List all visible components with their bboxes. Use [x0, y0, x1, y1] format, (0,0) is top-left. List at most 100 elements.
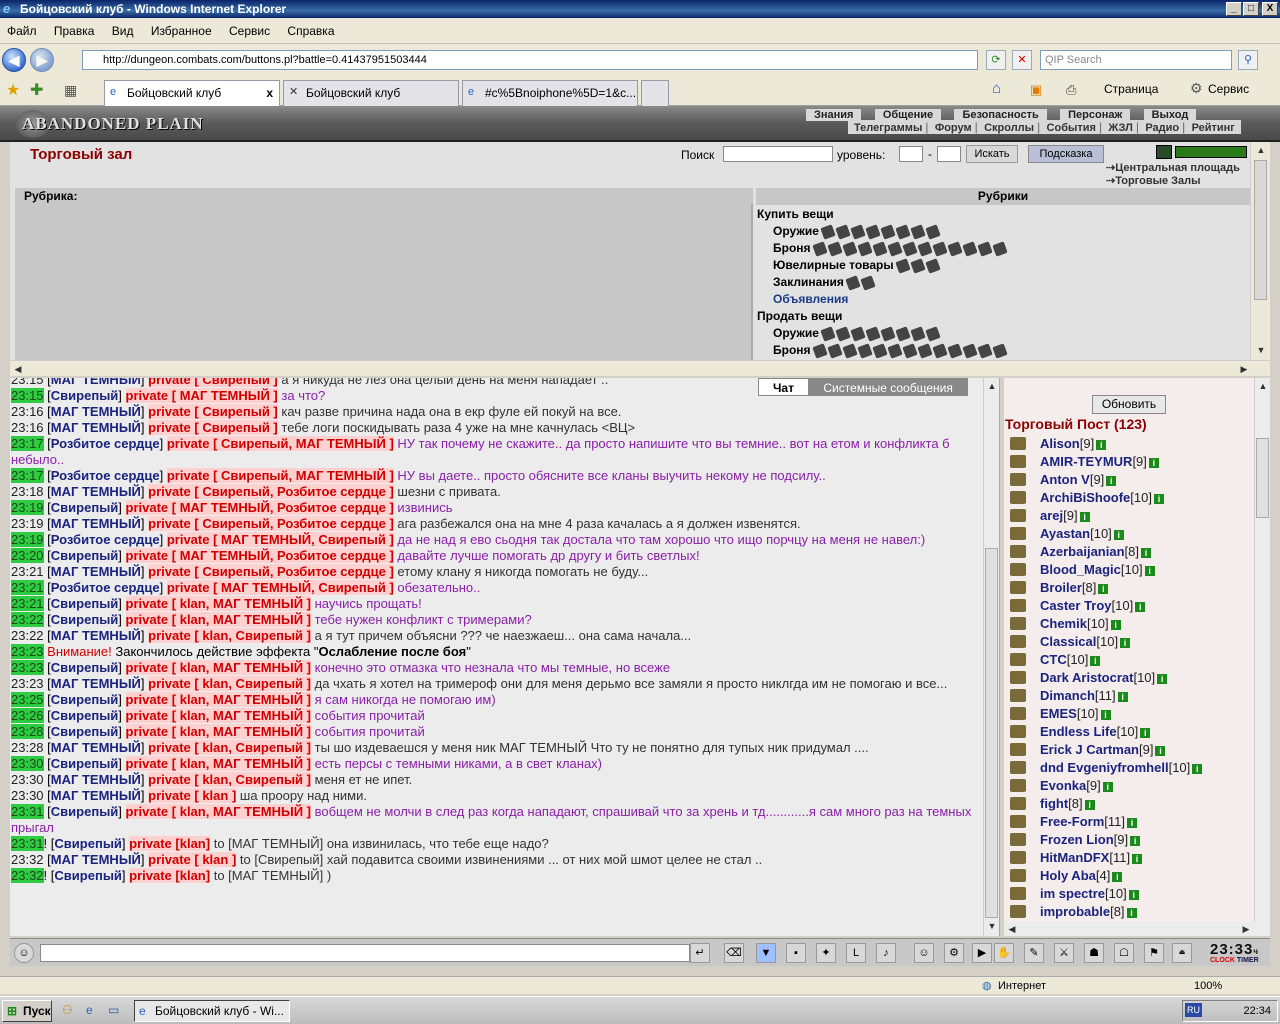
item-type-icon[interactable] [901, 241, 918, 257]
user-name[interactable]: Azerbaijanian [1040, 544, 1125, 559]
private-message-icon[interactable] [1010, 563, 1026, 576]
info-icon[interactable]: i [1128, 889, 1139, 900]
action-4-icon[interactable]: ☗ [1084, 943, 1104, 963]
private-recipients[interactable]: private [ Свирепый, МАГ ТЕМНЫЙ ] [166, 436, 394, 451]
stop-icon[interactable]: ✕ [1012, 50, 1032, 70]
sender-name[interactable]: Свирепый [51, 596, 119, 611]
info-icon[interactable]: i [1102, 781, 1113, 792]
timestamp[interactable]: 23:19 [11, 500, 44, 515]
info-icon[interactable]: i [1140, 727, 1151, 738]
info-icon[interactable]: i [1141, 547, 1151, 558]
exit-icon[interactable]: ⏏ [1172, 943, 1192, 963]
tab-chat[interactable]: Чат [758, 378, 809, 396]
private-recipients[interactable]: private [klan] [129, 868, 211, 883]
sender-name[interactable]: Розбитое сердце [51, 468, 160, 483]
user-list-item[interactable]: Frozen Lion[9] i [1008, 831, 1248, 849]
filter-icon[interactable]: ▼ [756, 943, 776, 963]
category-lnk[interactable]: Объявления [756, 291, 1250, 308]
sender-name[interactable]: Свирепый [51, 388, 119, 403]
info-icon[interactable]: i [1084, 799, 1095, 810]
info-icon[interactable]: i [1126, 907, 1137, 918]
user-list-item[interactable]: Blood_Magic[10] i [1008, 561, 1248, 579]
timestamp[interactable]: 23:30 [11, 788, 44, 803]
user-name[interactable]: HitManDFX [1040, 850, 1109, 865]
tools-menu[interactable]: Сервис [1208, 82, 1249, 96]
sender-name[interactable]: Розбитое сердце [51, 580, 160, 595]
user-name[interactable]: Ayastan [1040, 526, 1090, 541]
item-type-icon[interactable] [901, 343, 918, 359]
private-recipients[interactable]: private [ klan, МАГ ТЕМНЫЙ ] [125, 612, 311, 627]
smile-face-icon[interactable]: ☺ [14, 943, 34, 963]
item-type-icon[interactable] [811, 241, 828, 257]
item-type-icon[interactable] [871, 241, 888, 257]
user-list-item[interactable]: Broiler[8] i [1008, 579, 1248, 597]
info-icon[interactable]: i [1079, 511, 1090, 522]
user-list-item[interactable]: Azerbaijanian[8] i [1008, 543, 1248, 561]
item-type-icon[interactable] [976, 241, 993, 257]
timestamp[interactable]: 23:17 [11, 468, 44, 483]
user-name[interactable]: Classical [1040, 634, 1096, 649]
item-type-icon[interactable] [850, 326, 866, 342]
category-it[interactable]: Оружие [756, 325, 1250, 342]
sender-name[interactable]: Свирепый [51, 500, 119, 515]
private-recipients[interactable]: private [ klan ] [148, 788, 237, 803]
private-recipients[interactable]: private [ Свирепый ] [148, 404, 278, 419]
info-icon[interactable]: i [1113, 529, 1124, 540]
private-recipients[interactable]: private [ МАГ ТЕМНЫЙ, Розбитое сердце ] [125, 548, 394, 563]
subnav-radio[interactable]: Радио [1145, 122, 1179, 134]
sender-name[interactable]: Свирепый [51, 612, 119, 627]
zoom-level[interactable]: 100% [1194, 977, 1222, 995]
sender-name[interactable]: Свирепый [51, 660, 119, 675]
subnav-zhzl[interactable]: ЖЗЛ [1108, 122, 1132, 134]
gear-icon[interactable]: ⚙ [1190, 80, 1203, 97]
user-name[interactable]: Alison [1040, 436, 1080, 451]
private-recipients[interactable]: private [klan] [129, 836, 211, 851]
forward-button[interactable]: ▶ [30, 48, 54, 72]
info-icon[interactable]: i [1157, 673, 1168, 684]
item-type-icon[interactable] [856, 241, 873, 257]
user-name[interactable]: AMIR-TEYMUR [1040, 454, 1132, 469]
private-message-icon[interactable] [1010, 815, 1026, 828]
user-name[interactable]: Blood_Magic [1040, 562, 1121, 577]
item-type-icon[interactable] [895, 224, 911, 240]
item-type-icon[interactable] [871, 343, 888, 359]
timestamp[interactable]: 23:16 [11, 420, 44, 435]
timestamp[interactable]: 23:22 [11, 612, 44, 627]
menu-favorites[interactable]: Избранное [144, 18, 219, 44]
info-icon[interactable]: i [1112, 871, 1123, 882]
timestamp[interactable]: 23:15 [11, 378, 44, 387]
subnav-rating[interactable]: Рейтинг [1192, 122, 1235, 134]
info-icon[interactable]: i [1132, 853, 1143, 864]
private-recipients[interactable]: private [ МАГ ТЕМНЫЙ, Свирепый ] [166, 532, 394, 547]
timestamp[interactable]: 23:21 [11, 596, 44, 611]
category-it[interactable]: Броня [756, 342, 1250, 359]
private-recipients[interactable]: private [ klan, Свирепый ] [148, 772, 311, 787]
info-icon[interactable]: i [1117, 691, 1128, 702]
item-type-icon[interactable] [991, 241, 1008, 257]
search-go-icon[interactable]: ⚲ [1238, 50, 1258, 70]
private-message-icon[interactable] [1010, 653, 1026, 666]
user-name[interactable]: Anton V [1040, 472, 1090, 487]
sender-name[interactable]: Свирепый [51, 548, 119, 563]
user-name[interactable]: Caster Troy [1040, 598, 1112, 613]
scroll-left-icon[interactable]: ◀ [10, 361, 26, 377]
user-name[interactable]: arej [1040, 508, 1063, 523]
private-message-icon[interactable] [1010, 761, 1026, 774]
item-type-icon[interactable] [865, 326, 881, 342]
user-list-item[interactable]: Alison[9] i [1008, 435, 1248, 453]
user-list-item[interactable]: EMES[10] i [1008, 705, 1248, 723]
scroll-thumb[interactable] [985, 548, 998, 918]
private-message-icon[interactable] [1010, 581, 1026, 594]
category-it[interactable]: Заклинания [756, 274, 1250, 291]
scroll-right-icon[interactable]: ▶ [1238, 921, 1254, 937]
private-message-icon[interactable] [1010, 545, 1026, 558]
private-recipients[interactable]: private [ Свирепый, Розбитое сердце ] [148, 516, 394, 531]
sender-name[interactable]: МАГ ТЕМНЫЙ [51, 516, 141, 531]
timestamp[interactable]: 23:17 [11, 436, 44, 451]
add-favorite-icon[interactable]: ✚ [30, 80, 43, 100]
info-icon[interactable]: i [1155, 745, 1166, 756]
info-icon[interactable]: i [1144, 565, 1155, 576]
print-icon[interactable]: ⎙ [1066, 82, 1076, 98]
timestamp[interactable]: 23:18 [11, 484, 44, 499]
private-recipients[interactable]: private [ klan, МАГ ТЕМНЫЙ ] [125, 660, 311, 675]
